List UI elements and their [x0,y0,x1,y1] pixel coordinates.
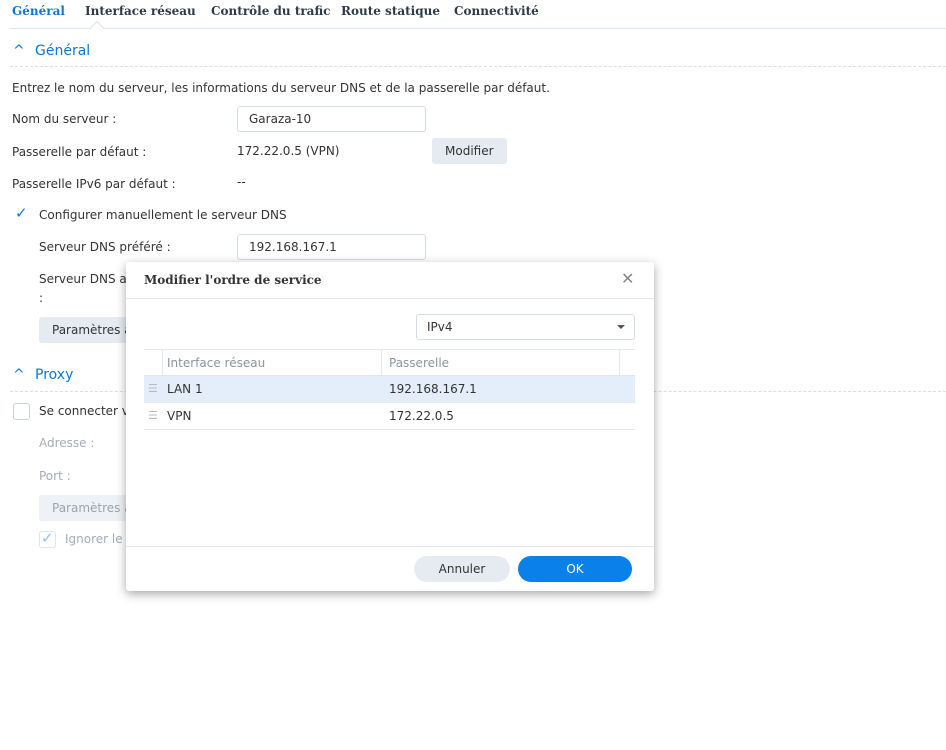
manual-dns-label[interactable]: Configurer manuellement le serveur DNS [39,208,287,222]
row-gateway: 172.22.0.5 [389,409,454,423]
section-proxy-title[interactable]: Proxy [35,367,73,383]
manual-dns-checkbox[interactable]: ✓ [14,204,31,224]
tab-general[interactable]: Général [12,4,65,18]
row-gateway: 192.168.167.1 [389,382,477,396]
close-icon[interactable]: ✕ [621,269,634,288]
cancel-button[interactable]: Annuler [414,556,510,582]
preferred-dns-label: Serveur DNS préféré : [39,240,171,254]
server-name-label: Nom du serveur : [12,112,117,126]
proxy-address-label: Adresse : [39,436,95,450]
ip-version-value: IPv4 [427,320,453,334]
table-row[interactable]: ☰ VPN 172.22.0.5 [144,403,635,430]
tab-network-interface[interactable]: Interface réseau [85,4,196,18]
tab-traffic-control[interactable]: Contrôle du trafic [211,4,330,18]
column-header-interface[interactable]: Interface réseau [163,349,382,376]
description: Entrez le nom du serveur, les informatio… [12,81,550,95]
gateway-value: 172.22.0.5 (VPN) [237,144,340,158]
drag-handle-icon[interactable]: ☰ [148,382,158,395]
ok-button[interactable]: OK [518,556,632,582]
ipv6-gateway-value: -- [237,175,246,189]
row-interface: LAN 1 [167,382,203,396]
section-divider [10,66,946,67]
ipv6-gateway-label: Passerelle IPv6 par défaut : [12,177,176,191]
checkmark-icon: ✓ [41,529,54,547]
dialog-footer-divider [126,546,654,547]
chevron-up-icon[interactable]: ^ [13,43,25,59]
tab-static-route[interactable]: Route statique [341,4,440,18]
chevron-up-icon[interactable]: ^ [13,367,25,383]
server-name-input[interactable]: Garaza-10 [237,106,426,132]
alternate-dns-colon: : [39,291,44,305]
tab-divider [10,28,946,29]
dropdown-arrow-icon [617,325,625,329]
service-order-dialog: Modifier l'ordre de service ✕ IPv4 Inter… [126,262,654,591]
drag-handle-icon[interactable]: ☰ [148,409,158,422]
checkmark-icon: ✓ [15,204,28,222]
proxy-port-label: Port : [39,469,71,483]
bypass-checkbox[interactable]: ✓ [39,529,56,548]
proxy-checkbox[interactable] [13,403,30,420]
dialog-title: Modifier l'ordre de service [144,273,322,287]
dialog-header-divider [126,298,654,299]
gateway-label: Passerelle par défaut : [12,145,147,159]
table-header-spacer [620,349,635,376]
modify-button[interactable]: Modifier [432,138,507,164]
tab-connectivity[interactable]: Connectivité [454,4,539,18]
column-header-gateway[interactable]: Passerelle [382,349,620,376]
ip-version-select[interactable]: IPv4 [416,314,635,340]
table-row[interactable]: ☰ LAN 1 192.168.167.1 [144,376,635,403]
active-tab-indicator [89,20,105,36]
section-general-title[interactable]: Général [35,43,90,59]
preferred-dns-input[interactable]: 192.168.167.1 [237,234,426,260]
table-header-handle [144,349,163,376]
row-interface: VPN [167,409,192,423]
